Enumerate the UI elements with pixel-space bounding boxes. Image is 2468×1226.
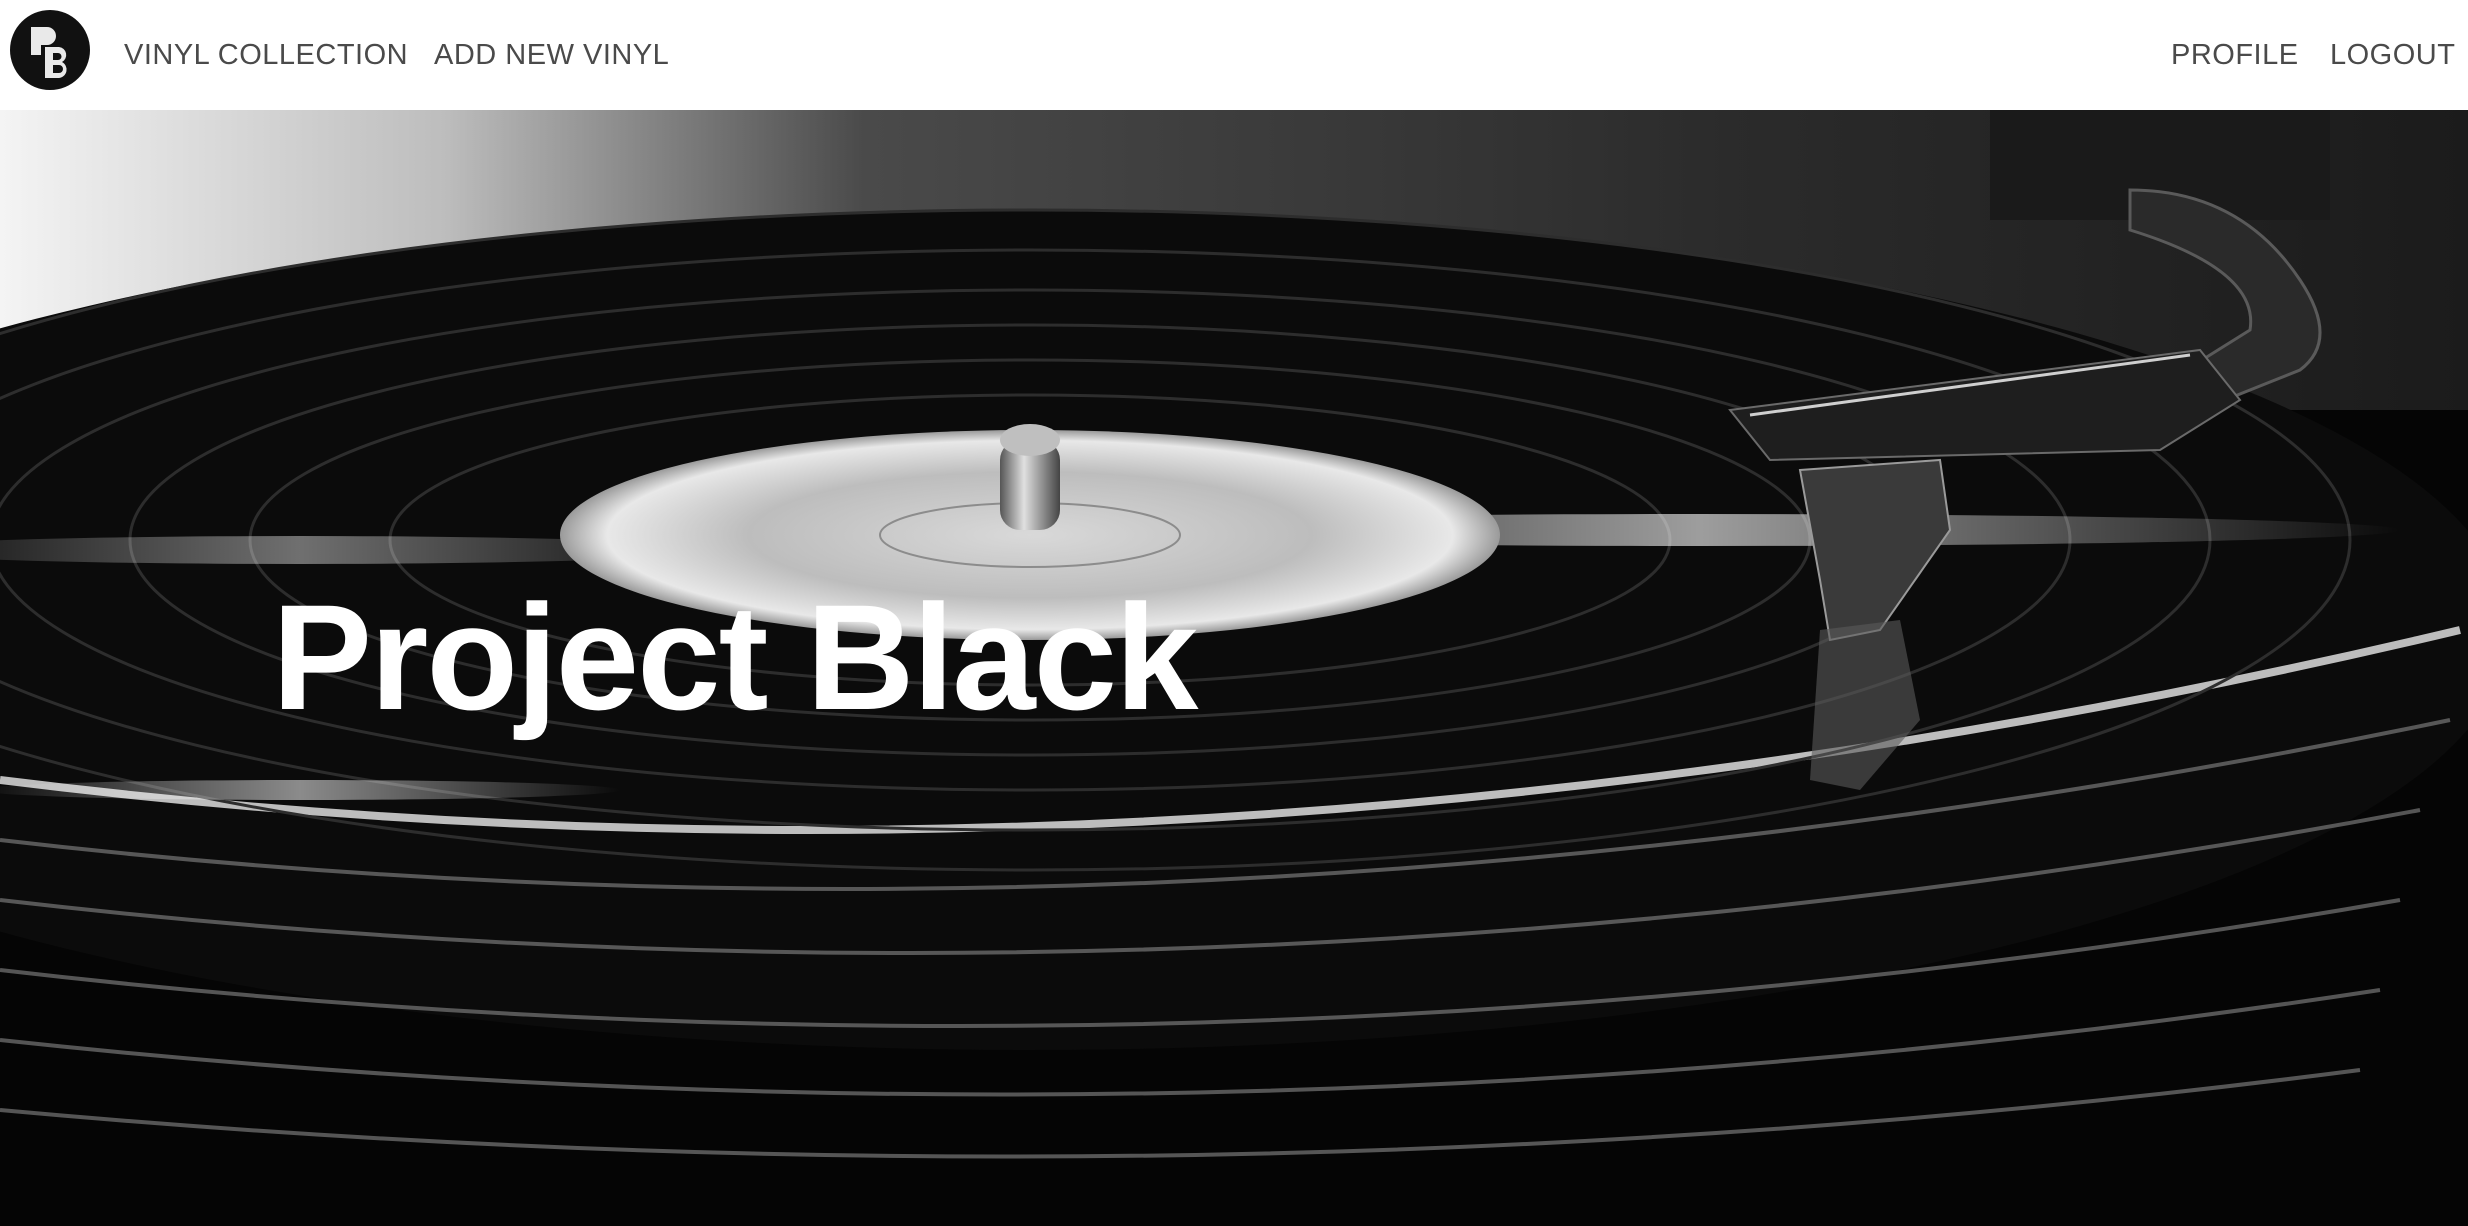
nav-vinyl-collection[interactable]: VINYL COLLECTION xyxy=(124,0,408,110)
nav-logout[interactable]: LOGOUT xyxy=(2330,0,2455,110)
hero-banner: Project Black xyxy=(0,110,2468,1226)
pb-logo-icon[interactable] xyxy=(9,9,91,91)
hero-title: Project Black xyxy=(272,573,1198,741)
nav-profile[interactable]: PROFILE xyxy=(2171,0,2299,110)
top-navbar: VINYL COLLECTION ADD NEW VINYL PROFILE L… xyxy=(0,0,2468,110)
nav-add-new-vinyl[interactable]: ADD NEW VINYL xyxy=(434,0,669,110)
